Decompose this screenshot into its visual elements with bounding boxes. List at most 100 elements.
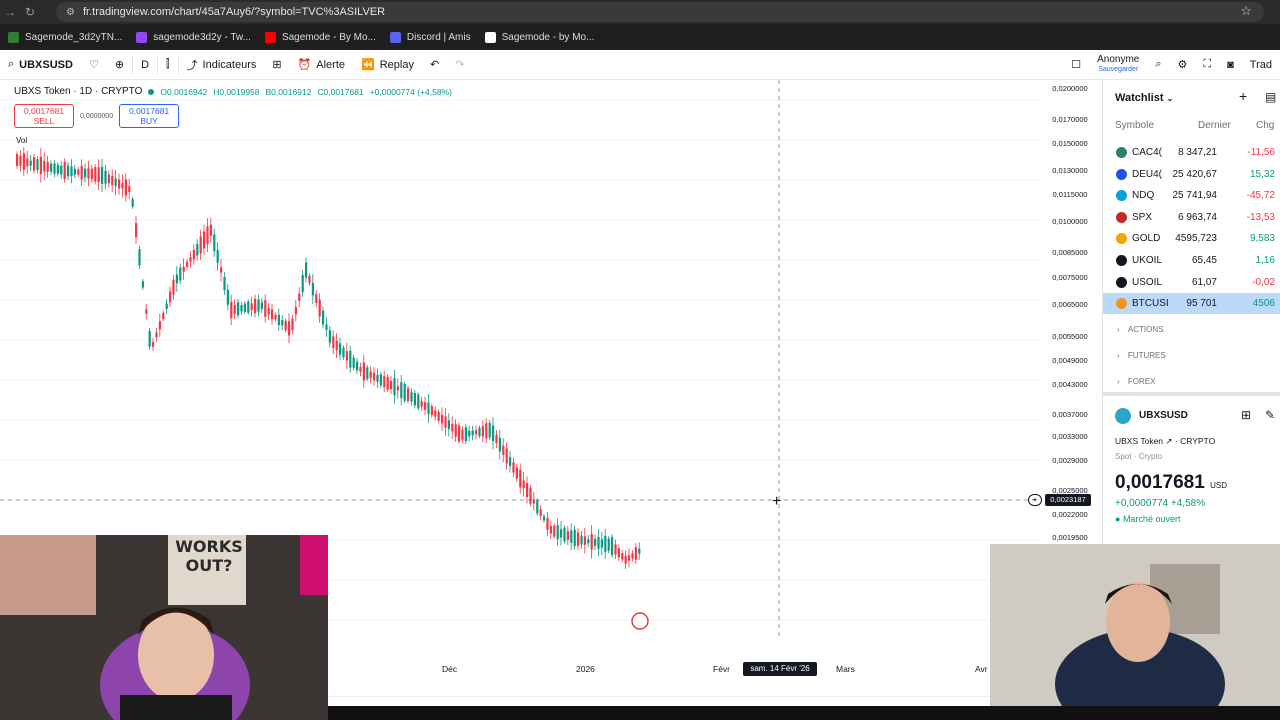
bookmark-star-icon[interactable]: ☆ bbox=[1240, 3, 1252, 19]
candle-body bbox=[475, 430, 478, 435]
watchlist-row[interactable]: BTCUSI 95 701 4506 bbox=[1103, 293, 1280, 315]
watchlist-symbol: USOIL bbox=[1132, 276, 1163, 288]
sell-button[interactable]: 0,0017681 SELL bbox=[14, 104, 74, 128]
bookmark-1[interactable]: Sagemode_3d2yTN... bbox=[8, 31, 122, 43]
candle-body bbox=[206, 226, 209, 244]
undo-button[interactable]: ↶ bbox=[422, 50, 447, 80]
symbol-logo-icon bbox=[1115, 408, 1131, 424]
candle-body bbox=[186, 261, 189, 267]
candle-body bbox=[512, 462, 515, 473]
price-tick: 0,0085000 bbox=[1052, 248, 1088, 257]
detail-symbol[interactable]: UBXSUSD bbox=[1139, 410, 1188, 421]
candle-body bbox=[617, 548, 620, 558]
chevron-down-icon: ⌄ bbox=[1166, 94, 1174, 103]
crosshair-time-label: sam. 14 Févr '26 bbox=[743, 662, 817, 676]
redo-icon: ↷ bbox=[455, 59, 465, 71]
fullscreen-button[interactable]: ⛶ bbox=[1195, 50, 1219, 80]
time-axis[interactable]: Déc 2026 Févr Mars Avr bbox=[330, 662, 990, 676]
address-bar[interactable]: ⚙ fr.tradingview.com/chart/45a7Auy6/?sym… bbox=[56, 2, 1264, 22]
candle-body bbox=[352, 357, 355, 368]
time-tick: Avr bbox=[975, 664, 988, 674]
layout-toggle[interactable]: ☐ bbox=[1063, 50, 1089, 80]
watchlist-row[interactable]: UKOIL 65,45 1,16 bbox=[1103, 250, 1280, 271]
list-layout-icon[interactable]: ▤ bbox=[1265, 90, 1276, 104]
gear-icon: ⚙ bbox=[1177, 59, 1188, 71]
indicators-button[interactable]: ⤴ Indicateurs bbox=[179, 50, 265, 80]
candle-body bbox=[199, 236, 202, 254]
candle-body bbox=[36, 159, 39, 171]
candle-body bbox=[607, 538, 610, 551]
candle-body bbox=[94, 167, 97, 182]
grid-icon[interactable]: ⊞ bbox=[1241, 408, 1251, 422]
candle-body bbox=[22, 153, 25, 170]
watchlist-last: 61,07 bbox=[1191, 276, 1217, 288]
us-event-icon[interactable] bbox=[631, 612, 649, 630]
quick-search-button[interactable]: ⌕ bbox=[1147, 50, 1169, 80]
candle-body bbox=[294, 307, 297, 315]
watchlist-row[interactable]: USOIL 61,07 -0,02 bbox=[1103, 272, 1280, 293]
candle-body bbox=[481, 426, 484, 437]
candle-body bbox=[573, 529, 576, 547]
interval-button[interactable]: D bbox=[133, 50, 157, 80]
watchlist-row[interactable]: DEU4(25 420,67 15,32 bbox=[1103, 164, 1280, 185]
bookmark-4[interactable]: Discord | Amis bbox=[389, 31, 471, 43]
trade-button[interactable]: Trad bbox=[1242, 50, 1280, 80]
site-settings-icon[interactable]: ⚙ bbox=[66, 7, 75, 18]
grid-icon: ⊞ bbox=[272, 59, 282, 71]
candle-body bbox=[566, 531, 569, 540]
section-actions[interactable]: › ACTIONS bbox=[1103, 325, 1280, 334]
candle-body bbox=[577, 532, 580, 546]
watchlist-last: 25 420,67 bbox=[1172, 168, 1218, 180]
candle-body bbox=[583, 536, 586, 545]
watchlist-row[interactable]: GOLD 4595,723 9,583 bbox=[1103, 228, 1280, 249]
bookmark-3[interactable]: Sagemode - By Mo... bbox=[264, 31, 376, 43]
price-tick: 0,0115000 bbox=[1052, 190, 1088, 199]
redo-button[interactable]: ↷ bbox=[447, 50, 472, 80]
candle-body bbox=[621, 553, 624, 560]
candle-body bbox=[97, 167, 100, 183]
candle-body bbox=[73, 168, 76, 175]
legend-close: C0,0017681 bbox=[317, 86, 364, 97]
legend-title: UBXS Token · 1D · CRYPTO bbox=[14, 86, 143, 97]
alert-button[interactable]: ⏰ Alerte bbox=[290, 50, 353, 80]
forward-icon[interactable]: → bbox=[0, 2, 20, 22]
candle-body bbox=[376, 374, 379, 382]
add-symbol-icon[interactable]: + bbox=[1239, 88, 1247, 104]
replay-button[interactable]: ⏪ Replay bbox=[353, 50, 422, 80]
reload-icon[interactable]: ↻ bbox=[20, 2, 40, 22]
watchlist-row[interactable]: CAC4(8 347,21 -11,56 bbox=[1103, 142, 1280, 163]
bookmark-5[interactable]: Sagemode - by Mo... bbox=[484, 31, 594, 43]
watchlist-last: 25 741,94 bbox=[1172, 190, 1218, 202]
chart-type-button[interactable]: ⫿ bbox=[158, 50, 178, 80]
watchlist-row[interactable]: SPX 6 963,74 -13,53 bbox=[1103, 207, 1280, 228]
detail-price: 0,0017681 USD bbox=[1115, 472, 1227, 493]
snapshot-button[interactable]: ◙ bbox=[1219, 50, 1242, 80]
candle-body bbox=[189, 257, 192, 262]
candle-body bbox=[152, 342, 155, 347]
settings-button[interactable]: ⚙ bbox=[1170, 50, 1196, 80]
volume-label[interactable]: Vol bbox=[16, 136, 27, 145]
compare-button[interactable]: ♡ bbox=[81, 50, 107, 80]
candle-body bbox=[230, 301, 233, 319]
user-menu[interactable]: Anonyme Sauvegarder bbox=[1089, 50, 1147, 80]
section-futures[interactable]: › FUTURES bbox=[1103, 351, 1280, 360]
layouts-button[interactable]: ⊞ bbox=[264, 50, 289, 80]
candle-body bbox=[16, 154, 19, 166]
section-forex[interactable]: › FOREX bbox=[1103, 377, 1280, 386]
add-symbol-button[interactable]: ⊕ bbox=[107, 50, 132, 80]
crosshair-plus-button[interactable]: + bbox=[1028, 494, 1042, 506]
candle-body bbox=[488, 422, 491, 438]
candle-body bbox=[597, 536, 600, 549]
youtube-icon bbox=[264, 31, 276, 43]
watchlist-row[interactable]: NDQ 25 741,94 -45,72 bbox=[1103, 185, 1280, 206]
edit-icon[interactable]: ✎ bbox=[1265, 408, 1275, 422]
watchlist-title[interactable]: Watchlist ⌄ bbox=[1115, 92, 1173, 104]
price-tick: 0,0049000 bbox=[1052, 356, 1088, 365]
watchlist-symbol: NDQ bbox=[1132, 190, 1155, 202]
bookmark-2[interactable]: sagemode3d2y - Tw... bbox=[136, 31, 251, 43]
candle-body bbox=[118, 179, 121, 189]
symbol-search[interactable]: ⌕ UBXSUSD bbox=[0, 50, 81, 80]
buy-button[interactable]: 0,0017681 BUY bbox=[119, 104, 180, 128]
candle-body bbox=[526, 482, 529, 498]
candle-body bbox=[101, 167, 104, 184]
